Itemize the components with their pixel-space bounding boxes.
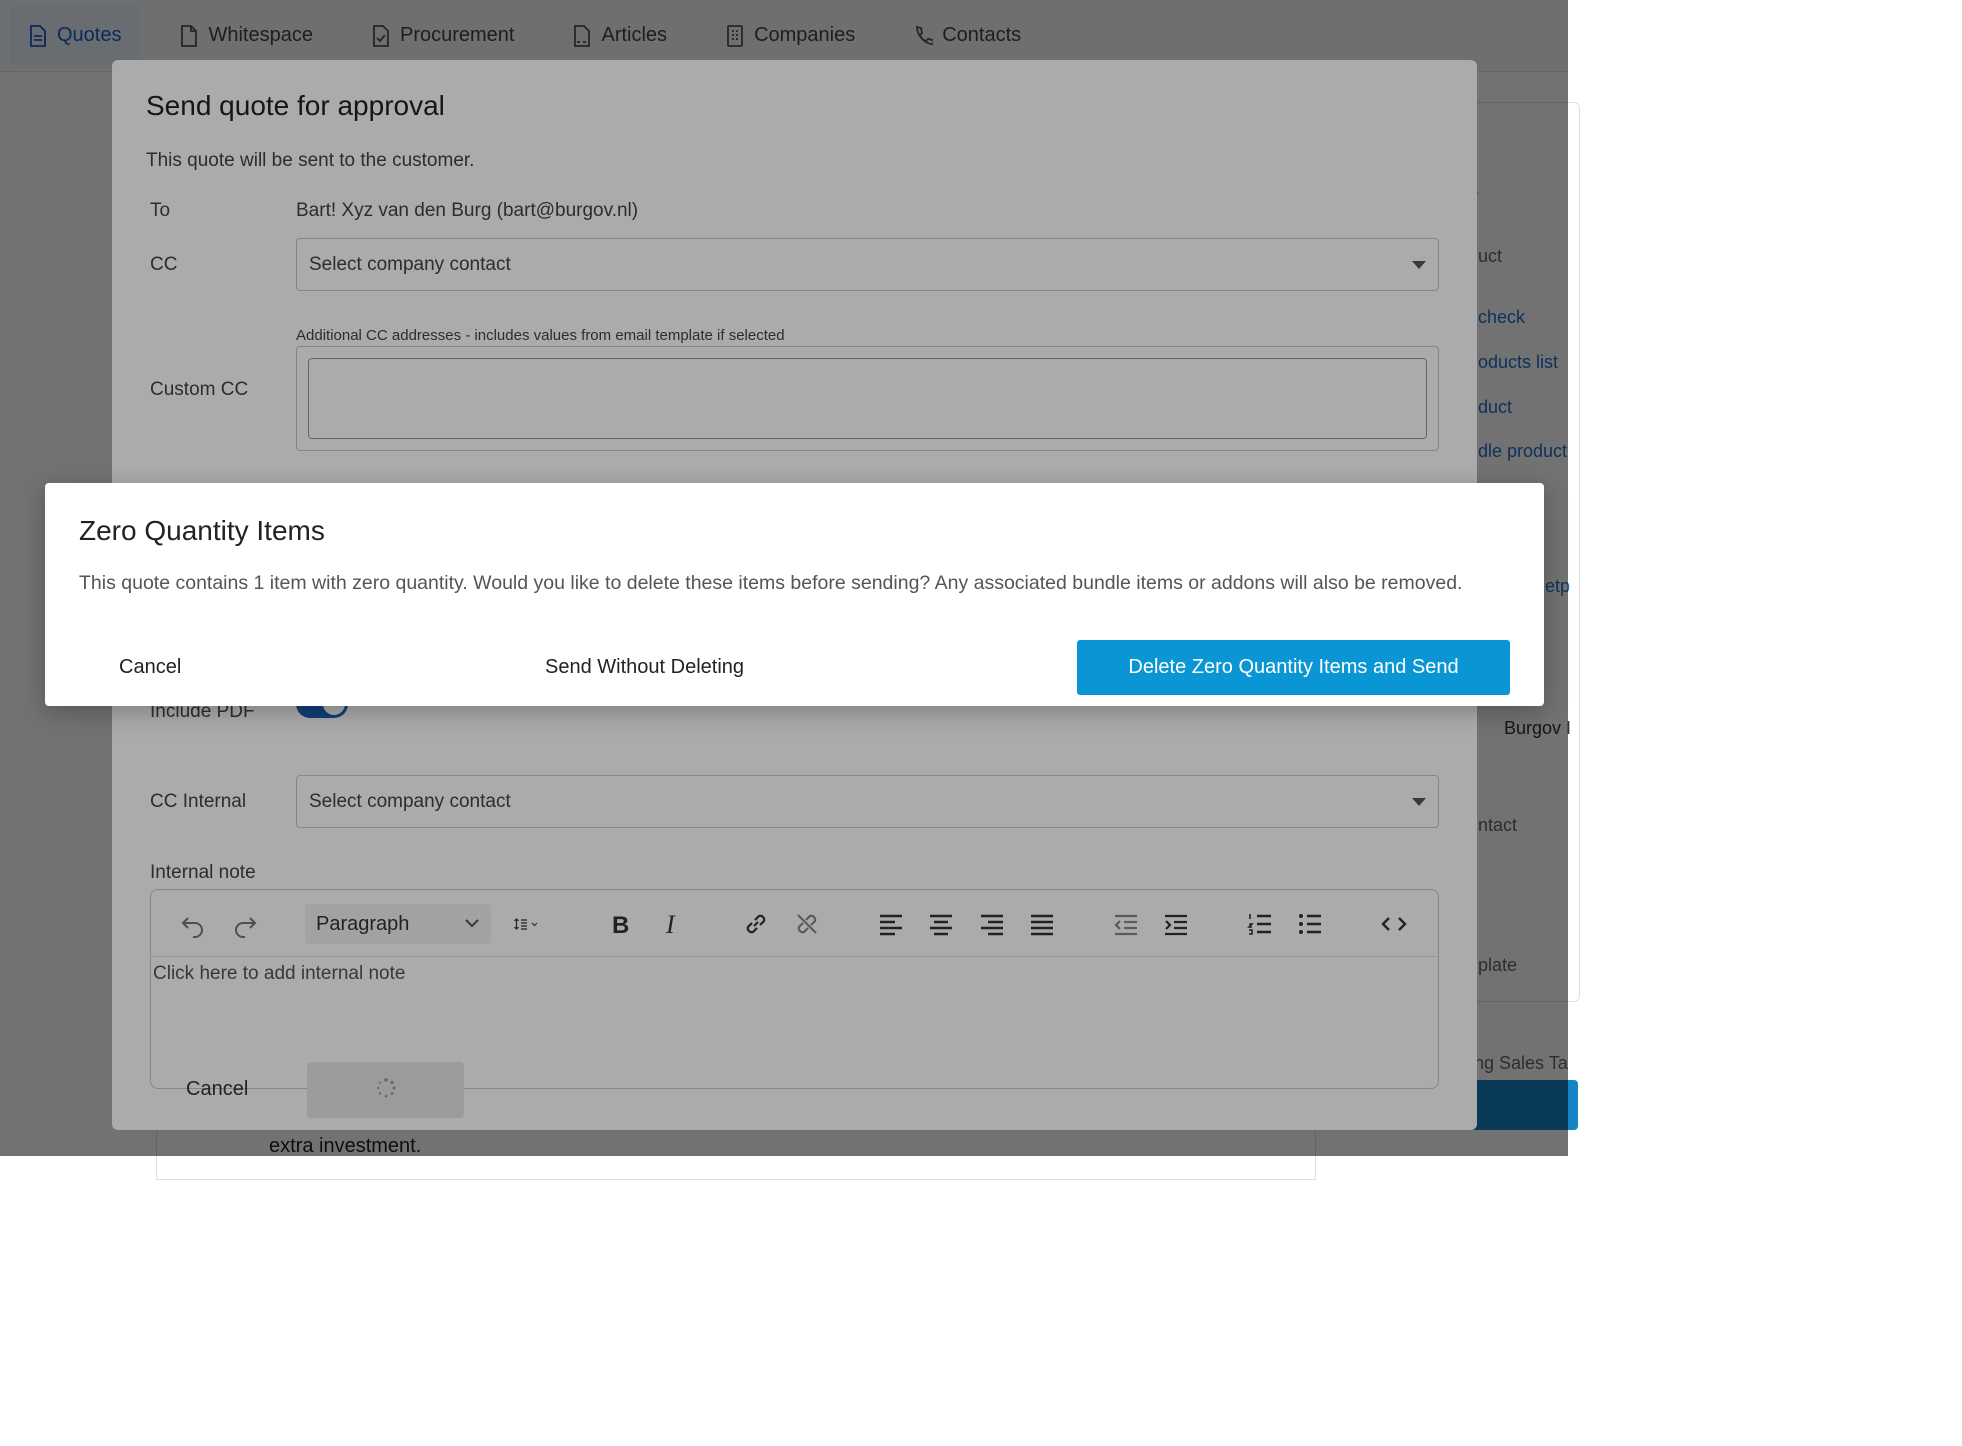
send-without-deleting-button[interactable]: Send Without Deleting [525,639,764,695]
confirm-cancel-button[interactable]: Cancel [99,639,201,695]
delete-and-send-button[interactable]: Delete Zero Quantity Items and Send [1077,640,1510,695]
confirm-title: Zero Quantity Items [79,515,325,546]
confirm-message: This quote contains 1 item with zero qua… [79,572,1463,594]
zero-quantity-dialog: Zero Quantity Items This quote contains … [45,483,1544,706]
